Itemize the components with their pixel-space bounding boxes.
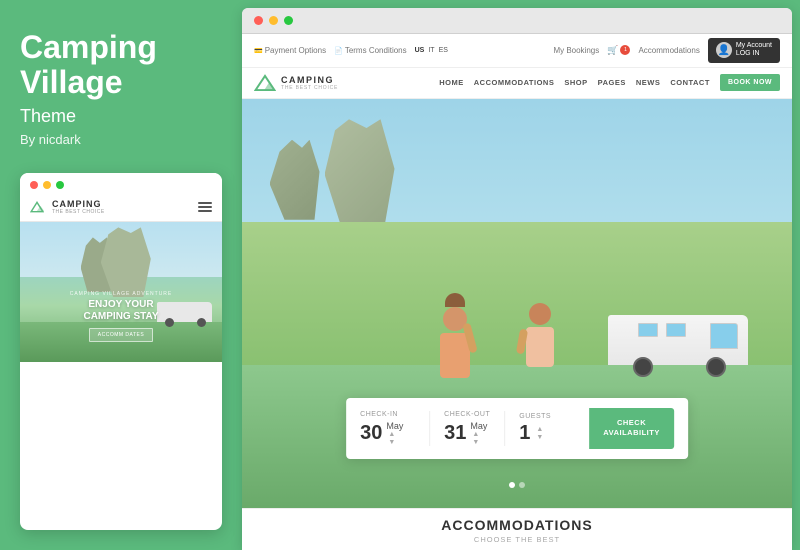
- rv-body: [608, 315, 748, 365]
- nav-item-home[interactable]: HOME: [439, 78, 464, 87]
- rv-window-2: [666, 323, 686, 337]
- nav-item-contact[interactable]: CONTACT: [670, 78, 710, 87]
- mockup-hamburger-icon[interactable]: [198, 202, 212, 212]
- website-nav: CAMPING THE BEST CHOICE HOME ACCOMMODATI…: [242, 68, 792, 99]
- browser-dot-red[interactable]: [254, 16, 263, 25]
- browser-dot-yellow[interactable]: [269, 16, 278, 25]
- browser-chrome: [242, 8, 792, 34]
- check-availability-button[interactable]: CHECK AVAILABILITY: [589, 408, 674, 449]
- checkout-down-arrow[interactable]: ▼: [472, 439, 487, 446]
- payment-icon: [254, 46, 263, 55]
- accommodations-subtitle: CHOOSE THE BEST: [254, 535, 780, 544]
- account-avatar: [716, 42, 732, 58]
- website-content: Payment Options Terms Conditions US IT E…: [242, 34, 792, 550]
- mockup-nav: CAMPING THE BEST CHOICE: [20, 193, 222, 222]
- lang-es[interactable]: ES: [439, 47, 448, 54]
- guests-down-arrow[interactable]: ▼: [536, 434, 543, 441]
- nav-menu: HOME ACCOMMODATIONS SHOP PAGES NEWS CONT…: [439, 74, 780, 91]
- payment-options-item[interactable]: Payment Options: [254, 46, 326, 55]
- guests-up-arrow[interactable]: ▲: [536, 426, 543, 433]
- theme-by: By nicdark: [20, 132, 222, 147]
- lang-us[interactable]: US: [415, 47, 425, 54]
- hero-children: [407, 273, 567, 393]
- cart-badge: 1: [620, 45, 630, 55]
- rv-window-1: [638, 323, 658, 337]
- guests-field: GUESTS 1 ▲ ▼: [505, 413, 575, 443]
- topbar-left: Payment Options Terms Conditions US IT E…: [254, 46, 448, 55]
- rv-wheel-right: [706, 357, 726, 377]
- rv-cab: [710, 323, 738, 349]
- carousel-dots: [509, 482, 525, 488]
- cart-icon: [607, 45, 618, 56]
- user-icon: [718, 45, 730, 56]
- checkin-field: CHECK-IN 30 May ▲ ▼: [360, 411, 430, 446]
- website-topbar: Payment Options Terms Conditions US IT E…: [242, 34, 792, 68]
- nav-mountain-icon: [254, 74, 276, 92]
- accommodations-title: ACCOMMODATIONS: [254, 517, 780, 533]
- book-now-button[interactable]: BOOK NOW: [720, 74, 780, 91]
- theme-title: Camping Village: [20, 30, 222, 106]
- browser-dot-green[interactable]: [284, 16, 293, 25]
- nav-logo[interactable]: CAMPING THE BEST CHOICE: [254, 74, 338, 92]
- my-account-button[interactable]: My Account LOG IN: [708, 38, 780, 63]
- checkin-down-arrow[interactable]: ▼: [388, 439, 403, 446]
- checkin-up-arrow[interactable]: ▲: [388, 431, 403, 438]
- lang-it[interactable]: IT: [428, 47, 434, 54]
- topbar-right: My Bookings 1 Accommodations My Account …: [553, 38, 780, 63]
- rv-wheel-left: [633, 357, 653, 377]
- mockup-hero: CAMPING VILLAGE ADVENTURE ENJOY YOUR CAM…: [20, 222, 222, 362]
- nav-item-news[interactable]: NEWS: [636, 78, 661, 87]
- mockup-cta-btn[interactable]: ACCOMM DATES: [89, 328, 153, 342]
- terms-icon: [334, 46, 343, 55]
- carousel-dot-2[interactable]: [519, 482, 525, 488]
- terms-conditions-item[interactable]: Terms Conditions: [334, 46, 407, 55]
- accommodations-link[interactable]: Accommodations: [638, 46, 699, 55]
- nav-item-shop[interactable]: SHOP: [564, 78, 587, 87]
- mockup-mountain-icon: [30, 201, 44, 213]
- accommodations-section: ACCOMMODATIONS CHOOSE THE BEST: [242, 508, 792, 550]
- dot-green: [56, 181, 64, 189]
- checkout-up-arrow[interactable]: ▲: [472, 431, 487, 438]
- booking-widget: CHECK-IN 30 May ▲ ▼: [346, 398, 688, 459]
- language-selector: US IT ES: [415, 47, 448, 54]
- dot-yellow: [43, 181, 51, 189]
- my-bookings-link[interactable]: My Bookings: [553, 46, 599, 55]
- child-figure-2: [512, 303, 567, 393]
- mobile-mockup: CAMPING THE BEST CHOICE: [20, 173, 222, 530]
- mockup-overlay-text: CAMPING VILLAGE ADVENTURE ENJOY YOUR CAM…: [30, 291, 212, 342]
- carousel-dot-1[interactable]: [509, 482, 515, 488]
- website-hero: CHECK-IN 30 May ▲ ▼: [242, 99, 792, 508]
- hero-rv: [608, 312, 748, 377]
- cart-area[interactable]: 1: [607, 45, 630, 56]
- dot-red: [30, 181, 38, 189]
- mockup-topbar: [20, 173, 222, 193]
- nav-item-accommodations[interactable]: ACCOMMODATIONS: [474, 78, 555, 87]
- nav-item-pages[interactable]: PAGES: [598, 78, 626, 87]
- hero-background: CHECK-IN 30 May ▲ ▼: [242, 99, 792, 508]
- theme-subtitle: Theme: [20, 106, 222, 127]
- browser-window: Payment Options Terms Conditions US IT E…: [242, 8, 792, 550]
- checkout-field: CHECK-OUT 31 May ▲ ▼: [430, 411, 505, 446]
- child-figure-1: [427, 293, 482, 393]
- mockup-brand: CAMPING THE BEST CHOICE: [52, 199, 105, 215]
- left-panel: Camping Village Theme By nicdark CAMPING…: [0, 0, 242, 550]
